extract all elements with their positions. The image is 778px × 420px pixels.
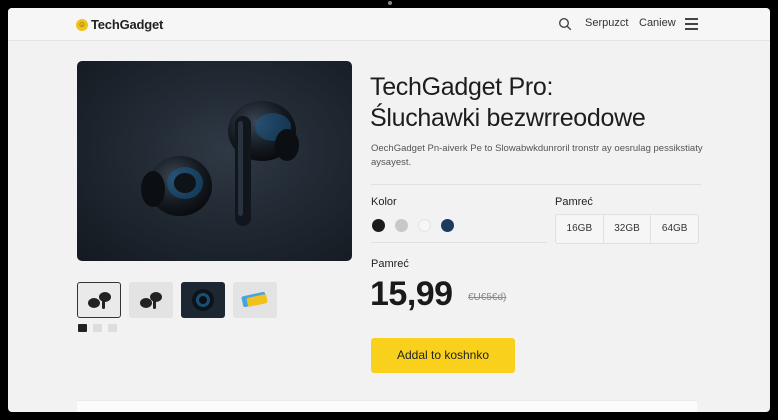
thumbnail-1[interactable] <box>77 282 121 318</box>
title-line-1: TechGadget Pro: <box>370 73 554 101</box>
indicator-1[interactable] <box>78 324 87 332</box>
thumbnail-indicators <box>78 324 117 332</box>
search-icon[interactable] <box>558 17 572 31</box>
memory-label: Pamreć <box>555 196 593 208</box>
thumbnail-strip <box>77 282 277 318</box>
earbuds-illustration <box>141 101 299 226</box>
color-label: Kolor <box>371 196 397 208</box>
title-line-2: Śluchawki bezwrreodowe <box>370 104 646 132</box>
indicator-2[interactable] <box>93 324 102 332</box>
site-header: ☺ TechGadget Serpuzct Caniew <box>8 8 770 41</box>
thumbnail-2[interactable] <box>129 282 173 318</box>
old-price: €U€5€d) <box>468 292 507 303</box>
memory-option-16gb[interactable]: 16GB <box>556 215 604 243</box>
product-price: 15,99 <box>370 275 453 313</box>
color-swatch-gray[interactable] <box>395 219 408 232</box>
nav-link-1[interactable]: Serpuzct <box>585 17 628 29</box>
product-title: TechGadget Pro: Śluchawki bezwrreodowe <box>370 72 730 134</box>
logo[interactable]: ☺ TechGadget <box>76 17 163 32</box>
smiley-logo-icon: ☺ <box>76 18 88 31</box>
camera-dot <box>388 1 392 5</box>
color-swatch-white[interactable] <box>418 219 431 232</box>
product-description: OechGadget Pn-aiverk Pe to Slowabwkdunro… <box>371 143 703 168</box>
indicator-3[interactable] <box>108 324 117 332</box>
nav-link-2[interactable]: Caniew <box>639 17 676 29</box>
divider <box>371 242 547 243</box>
color-swatch-navy[interactable] <box>441 219 454 232</box>
add-to-cart-button[interactable]: Addal to koshnko <box>371 338 515 373</box>
color-swatch-black[interactable] <box>372 219 385 232</box>
price-label: Pamreć <box>371 258 409 270</box>
memory-option-32gb[interactable]: 32GB <box>604 215 652 243</box>
memory-selector: 16GB 32GB 64GB <box>555 214 699 244</box>
thumbnail-4[interactable] <box>233 282 277 318</box>
color-swatches <box>372 219 454 232</box>
thumbnail-3[interactable] <box>181 282 225 318</box>
product-main-image[interactable] <box>77 61 352 261</box>
hamburger-menu-icon[interactable] <box>685 18 698 30</box>
logo-text: TechGadget <box>91 17 164 32</box>
divider <box>371 184 701 185</box>
browser-viewport: ☺ TechGadget Serpuzct Caniew TechGadget … <box>8 8 770 412</box>
memory-option-64gb[interactable]: 64GB <box>651 215 698 243</box>
next-section-edge <box>77 400 697 412</box>
